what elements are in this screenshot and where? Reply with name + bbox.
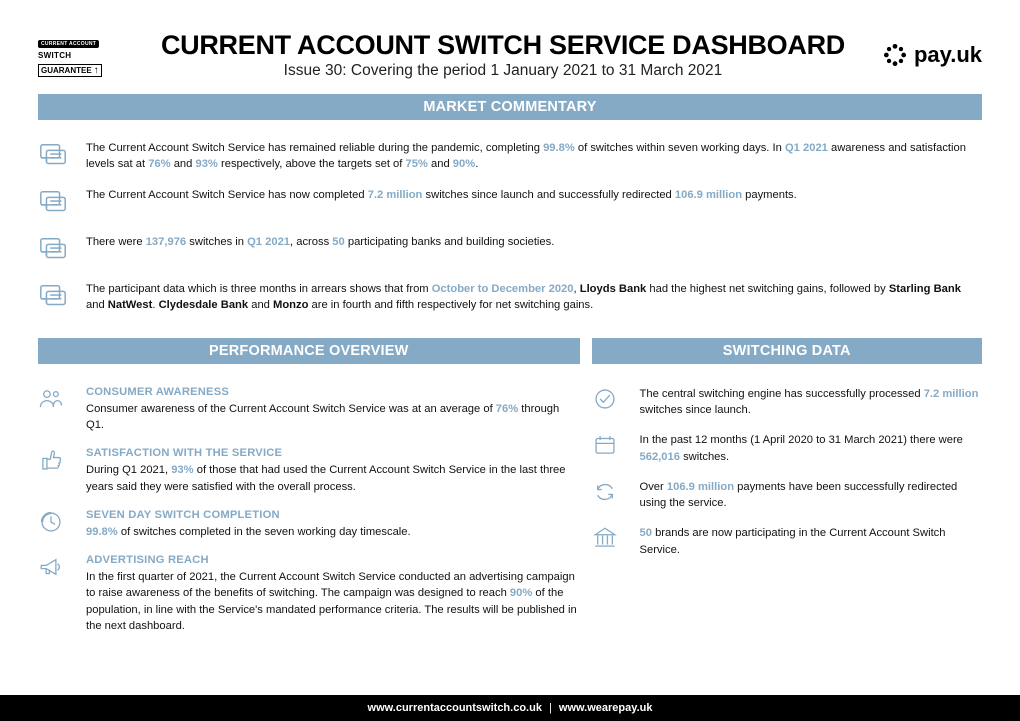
switching-data-heading: SWITCHING DATA	[592, 338, 982, 364]
footer-url-1: www.currentaccountswitch.co.uk	[368, 702, 542, 714]
payuk-mark-icon	[882, 42, 908, 68]
past12-row: In the past 12 months (1 April 2020 to 3…	[592, 432, 982, 464]
satisfaction-title: SATISFACTION WITH THE SERVICE	[86, 447, 580, 459]
consumer-awareness-row: CONSUMER AWARENESS Consumer awareness of…	[38, 386, 580, 433]
advertising-title: ADVERTISING REACH	[86, 554, 580, 566]
logo-line-3: GUARANTEE ↑	[38, 64, 102, 77]
footer-separator: |	[549, 702, 552, 714]
switching-column: The central switching engine has success…	[592, 386, 982, 648]
past12-text: In the past 12 months (1 April 2020 to 3…	[640, 432, 982, 464]
dashboard-page: CURRENT ACCOUNT SWITCH GUARANTEE ↑ CURRE…	[0, 0, 1020, 721]
commentary-text: The Current Account Switch Service has r…	[86, 140, 982, 172]
commentary-item: There were 137,976 switches in Q1 2021, …	[38, 234, 982, 269]
commentary-item: The Current Account Switch Service has r…	[38, 140, 982, 175]
footer: www.currentaccountswitch.co.uk | www.wea…	[0, 695, 1020, 721]
commentary-text: There were 137,976 switches in Q1 2021, …	[86, 234, 554, 250]
chat-icon	[38, 281, 72, 316]
arrow-up-icon: ↑	[94, 65, 99, 76]
title-block: CURRENT ACCOUNT SWITCH SERVICE DASHBOARD…	[124, 30, 882, 80]
commentary-text: The Current Account Switch Service has n…	[86, 187, 797, 203]
subsection-headings: PERFORMANCE OVERVIEW SWITCHING DATA	[38, 338, 982, 364]
footer-url-2: www.wearepay.uk	[559, 702, 653, 714]
refresh-icon	[592, 479, 626, 510]
chat-icon	[38, 234, 72, 269]
calendar-icon	[592, 432, 626, 463]
payuk-text: pay.uk	[914, 42, 982, 68]
commentary-block: The Current Account Switch Service has r…	[38, 140, 982, 316]
page-subtitle: Issue 30: Covering the period 1 January …	[124, 62, 882, 80]
thumbs-up-icon	[38, 447, 72, 478]
header: CURRENT ACCOUNT SWITCH GUARANTEE ↑ CURRE…	[38, 30, 982, 80]
checkmark-badge-icon	[592, 386, 626, 417]
consumer-awareness-text: Consumer awareness of the Current Accoun…	[86, 401, 580, 433]
seven-day-row: SEVEN DAY SWITCH COMPLETION 99.8% of swi…	[38, 509, 580, 540]
brands-text: 50 brands are now participating in the C…	[640, 525, 982, 557]
clock-icon	[38, 509, 72, 540]
brands-row: 50 brands are now participating in the C…	[592, 525, 982, 557]
commentary-item: The Current Account Switch Service has n…	[38, 187, 982, 222]
page-title: CURRENT ACCOUNT SWITCH SERVICE DASHBOARD	[124, 30, 882, 61]
seven-day-title: SEVEN DAY SWITCH COMPLETION	[86, 509, 411, 521]
payments-text: Over 106.9 million payments have been su…	[640, 479, 982, 511]
commentary-text: The participant data which is three mont…	[86, 281, 982, 313]
performance-overview-heading: PERFORMANCE OVERVIEW	[38, 338, 580, 364]
megaphone-icon	[38, 554, 72, 585]
satisfaction-row: SATISFACTION WITH THE SERVICE During Q1 …	[38, 447, 580, 494]
payments-row: Over 106.9 million payments have been su…	[592, 479, 982, 511]
switch-guarantee-logo: CURRENT ACCOUNT SWITCH GUARANTEE ↑	[38, 32, 124, 78]
satisfaction-text: During Q1 2021, 93% of those that had us…	[86, 462, 580, 494]
commentary-item: The participant data which is three mont…	[38, 281, 982, 316]
seven-day-text: 99.8% of switches completed in the seven…	[86, 524, 411, 540]
bank-icon	[592, 525, 626, 556]
people-icon	[38, 386, 72, 417]
logo-line-1: CURRENT ACCOUNT	[38, 40, 99, 48]
processed-text: The central switching engine has success…	[640, 386, 982, 418]
market-commentary-heading: MARKET COMMENTARY	[38, 94, 982, 120]
chat-icon	[38, 140, 72, 175]
chat-icon	[38, 187, 72, 222]
consumer-awareness-title: CONSUMER AWARENESS	[86, 386, 580, 398]
advertising-row: ADVERTISING REACH In the first quarter o…	[38, 554, 580, 634]
processed-row: The central switching engine has success…	[592, 386, 982, 418]
lower-columns: CONSUMER AWARENESS Consumer awareness of…	[38, 386, 982, 648]
logo-line-2: SWITCH	[38, 51, 124, 60]
advertising-text: In the first quarter of 2021, the Curren…	[86, 569, 580, 634]
performance-column: CONSUMER AWARENESS Consumer awareness of…	[38, 386, 580, 648]
payuk-logo: pay.uk	[882, 42, 982, 68]
